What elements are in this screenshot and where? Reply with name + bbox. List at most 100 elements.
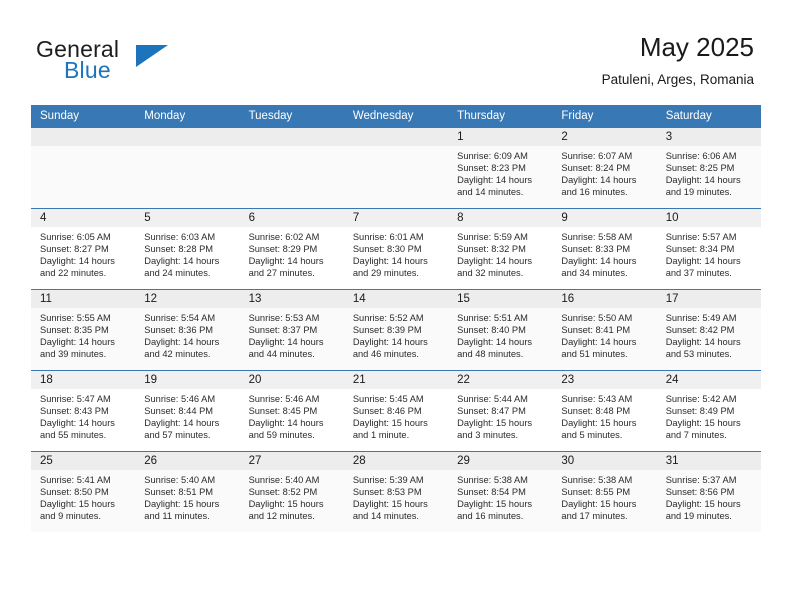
day-daylight1-text: Daylight: 14 hours xyxy=(40,418,115,429)
day-daylight2-text: and 19 minutes. xyxy=(665,187,732,198)
general-blue-logo[interactable]: General Blue xyxy=(36,36,266,88)
day-sunset-text: Sunset: 8:40 PM xyxy=(457,325,526,336)
day-sunrise-text: Sunrise: 5:38 AM xyxy=(457,475,528,485)
day-sunrise-text: Sunrise: 5:38 AM xyxy=(561,475,633,485)
calendar-day-cell[interactable]: 8 Sunrise: 5:59 AM Sunset: 8:32 PM Daylight… xyxy=(448,208,553,290)
day-daylight1-text: Daylight: 15 hours xyxy=(352,418,428,429)
calendar-day-cell[interactable]: 24 Sunrise: 5:42 AM Sunset: 8:49 PM Dayligh… xyxy=(656,370,761,452)
day-details: Sunrise: 5:55 AM Sunset: 8:35 PM Daylight:… xyxy=(31,308,135,360)
calendar-day-cell[interactable]: 25 Sunrise: 5:41 AM Sunset: 8:50 PM Dayligh… xyxy=(31,451,136,532)
calendar-cell-inner xyxy=(31,128,136,208)
calendar-day-cell[interactable]: 13 Sunrise: 5:53 AM Sunset: 8:37 PM Dayligh… xyxy=(239,289,344,371)
day-sunrise-text: Sunrise: 5:50 AM xyxy=(561,313,633,323)
day-sunrise-text: Sunrise: 6:01 AM xyxy=(352,232,424,242)
calendar-week-row: 4 Sunrise: 6:05 AM Sunset: 8:27 PM Daylight… xyxy=(31,208,761,290)
day-details: Sunrise: 6:07 AM Sunset: 8:24 PM Daylight:… xyxy=(552,146,656,198)
day-number: 19 xyxy=(135,371,240,389)
calendar-day-cell[interactable]: 14 Sunrise: 5:52 AM Sunset: 8:39 PM Dayligh… xyxy=(343,289,449,371)
day-daylight2-text: and 44 minutes. xyxy=(248,349,315,360)
day-sunset-text: Sunset: 8:56 PM xyxy=(665,487,735,498)
month-calendar-table: Sunday Monday Tuesday Wednesday Thursday… xyxy=(31,105,761,532)
page-title: May 2025 xyxy=(639,32,754,62)
day-sunset-text: Sunset: 8:45 PM xyxy=(248,406,318,417)
calendar-cell-inner: 5 Sunrise: 6:03 AM Sunset: 8:28 PM Daylight… xyxy=(135,209,240,289)
calendar-day-cell[interactable]: 17 Sunrise: 5:49 AM Sunset: 8:42 PM Dayligh… xyxy=(656,289,761,371)
day-number: 1 xyxy=(448,128,553,146)
day-sunrise-text: Sunrise: 5:39 AM xyxy=(352,475,424,485)
calendar-day-cell[interactable]: 30 Sunrise: 5:38 AM Sunset: 8:55 PM Dayligh… xyxy=(552,451,657,532)
calendar-day-cell[interactable]: 28 Sunrise: 5:39 AM Sunset: 8:53 PM Dayligh… xyxy=(343,451,449,532)
day-sunset-text: Sunset: 8:42 PM xyxy=(665,325,735,336)
calendar-day-cell[interactable]: 1 Sunrise: 6:09 AM Sunset: 8:23 PM Daylight… xyxy=(448,127,553,209)
calendar-cell-inner: 2 Sunrise: 6:07 AM Sunset: 8:24 PM Daylight… xyxy=(552,128,657,208)
day-daylight2-text: and 32 minutes. xyxy=(457,268,524,279)
day-sunset-text: Sunset: 8:23 PM xyxy=(457,163,526,174)
calendar-day-cell[interactable]: 31 Sunrise: 5:37 AM Sunset: 8:56 PM Dayligh… xyxy=(656,451,761,532)
day-daylight1-text: Daylight: 14 hours xyxy=(248,256,324,267)
calendar-cell-inner: 18 Sunrise: 5:47 AM Sunset: 8:43 PM Dayligh… xyxy=(31,371,136,451)
day-details: Sunrise: 5:39 AM Sunset: 8:53 PM Daylight:… xyxy=(344,470,448,522)
calendar-day-cell[interactable]: 2 Sunrise: 6:07 AM Sunset: 8:24 PM Daylight… xyxy=(552,127,657,209)
day-number: 27 xyxy=(239,452,344,470)
calendar-day-cell[interactable]: 3 Sunrise: 6:06 AM Sunset: 8:25 PM Daylight… xyxy=(656,127,761,209)
calendar-day-cell[interactable]: 5 Sunrise: 6:03 AM Sunset: 8:28 PM Daylight… xyxy=(135,208,240,290)
calendar-day-cell[interactable]: 9 Sunrise: 5:58 AM Sunset: 8:33 PM Daylight… xyxy=(552,208,657,290)
calendar-day-cell[interactable]: 4 Sunrise: 6:05 AM Sunset: 8:27 PM Daylight… xyxy=(31,208,136,290)
calendar-body: 1 Sunrise: 6:09 AM Sunset: 8:23 PM Daylight… xyxy=(31,127,761,532)
calendar-day-cell[interactable]: 20 Sunrise: 5:46 AM Sunset: 8:45 PM Dayligh… xyxy=(239,370,344,452)
calendar-cell-empty xyxy=(343,127,449,209)
day-number: 21 xyxy=(343,371,449,389)
day-daylight2-text: and 46 minutes. xyxy=(352,349,419,360)
calendar-day-cell[interactable]: 12 Sunrise: 5:54 AM Sunset: 8:36 PM Dayligh… xyxy=(135,289,240,371)
calendar-day-cell[interactable]: 7 Sunrise: 6:01 AM Sunset: 8:30 PM Daylight… xyxy=(343,208,449,290)
calendar-cell-inner: 8 Sunrise: 5:59 AM Sunset: 8:32 PM Daylight… xyxy=(448,209,553,289)
day-details: Sunrise: 5:43 AM Sunset: 8:48 PM Daylight:… xyxy=(552,389,656,441)
day-daylight1-text: Daylight: 14 hours xyxy=(457,175,533,186)
weekday-header-wednesday: Wednesday xyxy=(343,105,449,128)
day-daylight1-text: Daylight: 14 hours xyxy=(665,337,741,348)
day-sunrise-text: Sunrise: 5:53 AM xyxy=(248,313,320,323)
calendar-day-cell[interactable]: 22 Sunrise: 5:44 AM Sunset: 8:47 PM Dayligh… xyxy=(448,370,553,452)
day-daylight1-text: Daylight: 14 hours xyxy=(457,337,533,348)
day-sunrise-text: Sunrise: 5:46 AM xyxy=(248,394,320,404)
calendar-day-cell[interactable]: 26 Sunrise: 5:40 AM Sunset: 8:51 PM Dayligh… xyxy=(135,451,240,532)
calendar-cell-empty xyxy=(31,127,136,209)
calendar-page: General Blue May 2025 Patuleni, Arges, R… xyxy=(0,0,792,612)
calendar-cell-inner: 19 Sunrise: 5:46 AM Sunset: 8:44 PM Dayligh… xyxy=(135,371,240,451)
calendar-cell-inner: 10 Sunrise: 5:57 AM Sunset: 8:34 PM Dayligh… xyxy=(656,209,761,289)
calendar-day-cell[interactable]: 16 Sunrise: 5:50 AM Sunset: 8:41 PM Dayligh… xyxy=(552,289,657,371)
page-subtitle-location: Patuleni, Arges, Romania xyxy=(601,72,754,87)
calendar-day-cell[interactable]: 27 Sunrise: 5:40 AM Sunset: 8:52 PM Dayligh… xyxy=(239,451,344,532)
day-details: Sunrise: 5:52 AM Sunset: 8:39 PM Daylight:… xyxy=(344,308,448,360)
calendar-day-cell[interactable]: 29 Sunrise: 5:38 AM Sunset: 8:54 PM Dayligh… xyxy=(448,451,553,532)
day-daylight1-text: Daylight: 15 hours xyxy=(665,499,741,510)
calendar-day-cell[interactable]: 19 Sunrise: 5:46 AM Sunset: 8:44 PM Dayligh… xyxy=(135,370,240,452)
calendar-day-cell[interactable]: 21 Sunrise: 5:45 AM Sunset: 8:46 PM Dayligh… xyxy=(343,370,449,452)
calendar-day-cell[interactable]: 18 Sunrise: 5:47 AM Sunset: 8:43 PM Dayligh… xyxy=(31,370,136,452)
day-number: 8 xyxy=(448,209,553,227)
day-sunrise-text: Sunrise: 5:55 AM xyxy=(40,313,111,323)
day-daylight1-text: Daylight: 14 hours xyxy=(144,256,220,267)
day-sunset-text: Sunset: 8:29 PM xyxy=(248,244,318,255)
day-sunset-text: Sunset: 8:50 PM xyxy=(40,487,109,498)
weekday-header-row: Sunday Monday Tuesday Wednesday Thursday… xyxy=(31,105,761,128)
calendar-day-cell[interactable]: 10 Sunrise: 5:57 AM Sunset: 8:34 PM Dayligh… xyxy=(656,208,761,290)
calendar-day-cell[interactable]: 15 Sunrise: 5:51 AM Sunset: 8:40 PM Dayligh… xyxy=(448,289,553,371)
calendar-day-cell[interactable]: 23 Sunrise: 5:43 AM Sunset: 8:48 PM Dayligh… xyxy=(552,370,657,452)
calendar-day-cell[interactable]: 11 Sunrise: 5:55 AM Sunset: 8:35 PM Dayligh… xyxy=(31,289,136,371)
weekday-header-saturday: Saturday xyxy=(656,105,761,128)
day-details: Sunrise: 5:37 AM Sunset: 8:56 PM Daylight:… xyxy=(657,470,761,522)
day-number: 20 xyxy=(239,371,344,389)
day-details: Sunrise: 5:46 AM Sunset: 8:44 PM Daylight:… xyxy=(135,389,239,441)
logo-triangle-icon xyxy=(136,45,168,67)
day-sunrise-text: Sunrise: 5:58 AM xyxy=(561,232,633,242)
day-details: Sunrise: 6:06 AM Sunset: 8:25 PM Daylight:… xyxy=(657,146,761,198)
day-sunrise-text: Sunrise: 5:52 AM xyxy=(352,313,424,323)
day-sunrise-text: Sunrise: 6:09 AM xyxy=(457,151,528,161)
calendar-day-cell[interactable]: 6 Sunrise: 6:02 AM Sunset: 8:29 PM Daylight… xyxy=(239,208,344,290)
calendar-cell-inner: 31 Sunrise: 5:37 AM Sunset: 8:56 PM Dayligh… xyxy=(656,452,761,532)
calendar-cell-inner: 12 Sunrise: 5:54 AM Sunset: 8:36 PM Dayligh… xyxy=(135,290,240,370)
day-daylight2-text: and 22 minutes. xyxy=(40,268,107,279)
day-sunset-text: Sunset: 8:52 PM xyxy=(248,487,318,498)
day-details: Sunrise: 5:57 AM Sunset: 8:34 PM Daylight:… xyxy=(657,227,761,279)
